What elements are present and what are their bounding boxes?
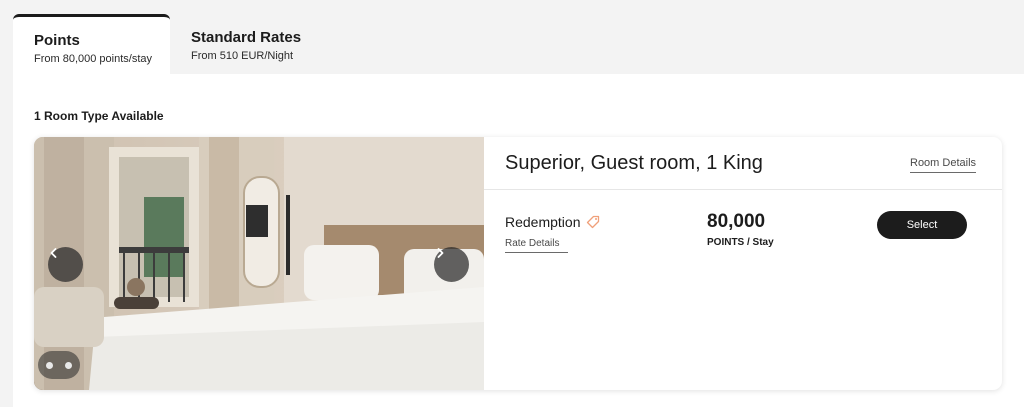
room-card: Superior, Guest room, 1 King Room Detail… [34, 137, 1002, 390]
divider [484, 189, 1002, 190]
room-details-panel: Superior, Guest room, 1 King Room Detail… [484, 137, 1002, 390]
rooms-panel: 1 Room Type Available Superior, Guest ro… [13, 74, 1024, 407]
price-unit: POINTS / Stay [707, 237, 774, 248]
tab-standard-rates[interactable]: Standard Rates From 510 EUR/Night [191, 14, 391, 74]
rate-details-link[interactable]: Rate Details [505, 238, 568, 253]
tab-subtitle: From 80,000 points/stay [34, 53, 153, 65]
carousel-dot[interactable] [46, 361, 53, 369]
price-value: 80,000 [707, 211, 766, 232]
tab-title: Points [34, 32, 80, 49]
tag-icon [586, 215, 599, 229]
select-button[interactable]: Select [877, 211, 967, 239]
room-details-link[interactable]: Room Details [910, 157, 977, 173]
carousel-next-button[interactable] [434, 247, 469, 282]
room-photo [34, 137, 484, 390]
tab-subtitle: From 510 EUR/Night [191, 50, 294, 62]
carousel-dot[interactable] [65, 361, 72, 369]
room-photo-carousel [34, 137, 484, 390]
tab-points[interactable]: Points From 80,000 points/stay [13, 14, 170, 74]
room-count-label: 1 Room Type Available [34, 109, 164, 123]
rate-name-label: Redemption [505, 214, 581, 230]
carousel-prev-button[interactable] [48, 247, 83, 282]
chevron-right-icon [437, 248, 444, 258]
room-name: Superior, Guest room, 1 King [505, 152, 763, 174]
rate-name: Redemption [505, 214, 600, 230]
carousel-dots [38, 351, 80, 379]
rate-tabs: Points From 80,000 points/stay Standard … [13, 14, 1013, 74]
tab-title: Standard Rates [191, 29, 302, 46]
chevron-left-icon [50, 248, 57, 258]
